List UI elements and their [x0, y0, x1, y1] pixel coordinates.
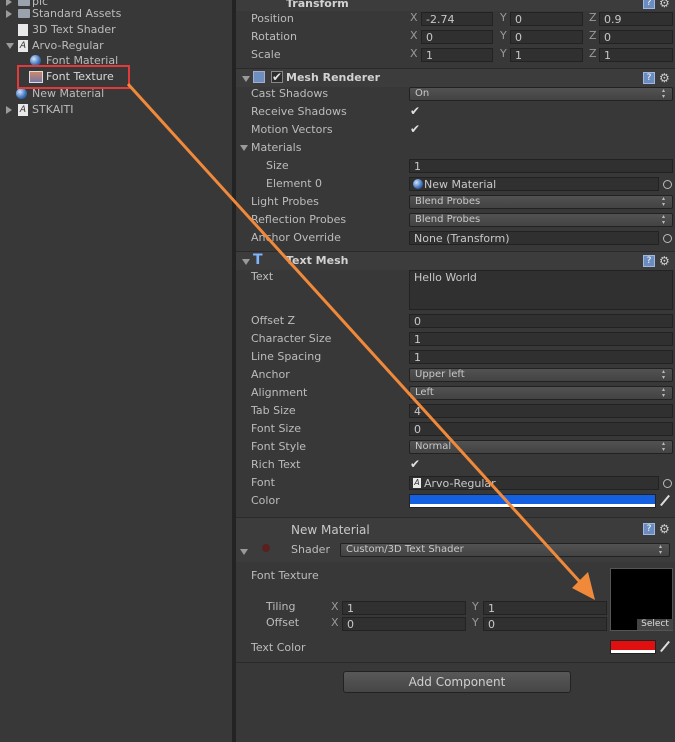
arrow-line [126, 82, 582, 584]
annotation-arrow [126, 82, 595, 600]
